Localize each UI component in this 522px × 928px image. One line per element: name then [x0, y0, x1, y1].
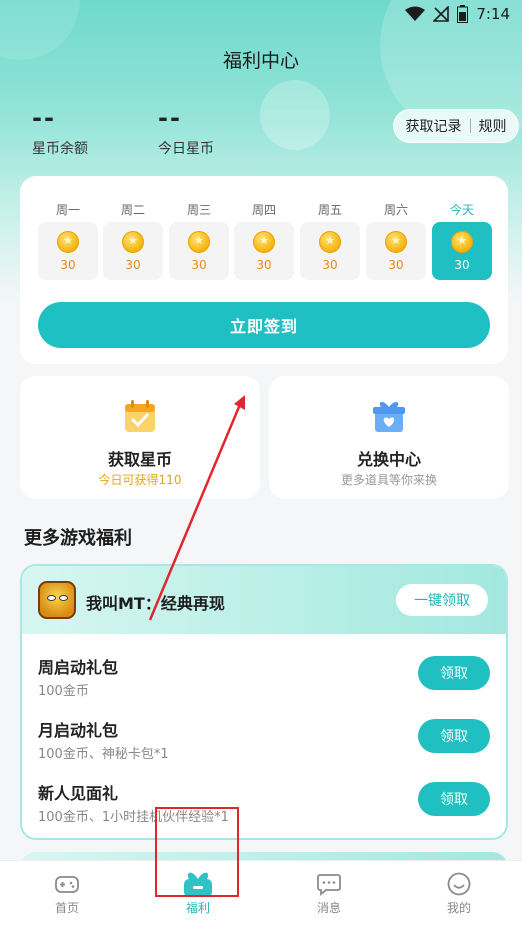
game-avatar — [38, 581, 76, 619]
claim-button[interactable]: 领取 — [418, 719, 490, 753]
tab-home[interactable]: 首页 — [17, 861, 117, 928]
gift-name: 周启动礼包 — [38, 658, 119, 677]
today-value: -- — [158, 104, 182, 132]
message-icon — [317, 874, 341, 896]
exchange-center-title: 兑换中心 — [356, 450, 421, 469]
bottom-tab-bar: 首页 福利 消息 我的 — [0, 860, 522, 928]
earn-coins-title: 获取星币 — [107, 450, 172, 469]
day-amount: 30 — [60, 258, 76, 272]
day-label: 周五 — [317, 203, 342, 217]
day-amount: 30 — [256, 258, 272, 272]
day-reward: 30 — [38, 222, 98, 280]
status-time: 7:14 — [476, 5, 510, 23]
coin-icon — [122, 231, 144, 253]
sign-in-card: 周一 30 周二 30 周三 30 周四 30 周五 30 周六 30 今天 3… — [20, 176, 508, 364]
coin-icon — [385, 231, 407, 253]
earn-coins-card[interactable]: 获取星币 今日可获得110 — [20, 376, 260, 499]
exchange-center-card[interactable]: 兑换中心 更多道具等你来换 — [269, 376, 509, 499]
section-title: 更多游戏福利 — [24, 528, 132, 549]
day-label: 周一 — [55, 203, 80, 217]
balance-value: -- — [32, 104, 56, 132]
day-reward: 30 — [432, 222, 492, 280]
day-amount: 30 — [125, 258, 141, 272]
gift-name: 月启动礼包 — [38, 721, 119, 740]
game-name: 我叫MT：经典再现 — [86, 594, 225, 613]
tab-label: 消息 — [316, 901, 341, 915]
one-click-claim-button[interactable]: 一键领取 — [396, 584, 488, 616]
coin-icon — [319, 231, 341, 253]
tab-label: 首页 — [54, 901, 79, 915]
annotation-highlight-box — [155, 807, 239, 897]
claim-button[interactable]: 领取 — [418, 656, 490, 690]
earn-coins-subtitle: 今日可获得110 — [98, 473, 182, 487]
page-title: 福利中心 — [222, 50, 299, 72]
sign-in-button[interactable]: 立即签到 — [38, 302, 490, 348]
gift-box-icon — [373, 402, 405, 432]
day-label: 周二 — [120, 203, 145, 217]
no-signal-icon — [433, 6, 450, 22]
day-label: 周三 — [186, 203, 211, 217]
coin-icon — [253, 231, 275, 253]
gift-item: 月启动礼包 100金币、神秘卡包*1 — [38, 717, 478, 767]
battery-icon — [457, 5, 469, 23]
day-reward: 30 — [103, 222, 163, 280]
exchange-center-subtitle: 更多道具等你来换 — [340, 473, 437, 487]
gift-desc: 100金币 — [38, 684, 89, 699]
coin-icon — [451, 231, 473, 253]
record-link[interactable]: 获取记录 — [406, 116, 462, 136]
balance-label: 星币余额 — [32, 141, 88, 157]
day-reward: 30 — [234, 222, 294, 280]
stat-balance: -- 星币余额 — [32, 104, 88, 158]
gamepad-icon — [55, 876, 79, 893]
gift-desc: 100金币、神秘卡包*1 — [38, 747, 169, 762]
stat-today: -- 今日星币 — [158, 104, 214, 158]
status-bar: 7:14 — [0, 0, 522, 30]
tab-label: 福利 — [185, 901, 210, 915]
day-reward: 30 — [300, 222, 360, 280]
today-label: 今日星币 — [158, 141, 214, 157]
day-reward: 30 — [169, 222, 229, 280]
gift-item: 新人见面礼 100金币、1小时挂机伙伴经验*1 — [38, 780, 478, 830]
game-header: 我叫MT：经典再现 一键领取 — [22, 566, 506, 634]
smiley-icon — [447, 872, 471, 896]
coin-icon — [57, 231, 79, 253]
day-reward: 30 — [366, 222, 426, 280]
rules-link[interactable]: 规则 — [479, 116, 507, 136]
day-label: 周六 — [383, 203, 408, 217]
tab-profile[interactable]: 我的 — [409, 861, 509, 928]
gift-item: 周启动礼包 100金币 — [38, 654, 478, 704]
game-benefit-card: 我叫MT：经典再现 一键领取 周启动礼包 100金币 领取 月启动礼包 100金… — [20, 564, 508, 840]
tab-label: 我的 — [446, 901, 471, 915]
record-rules-pill: 获取记录 规则 — [393, 109, 519, 143]
coin-icon — [188, 231, 210, 253]
calendar-check-icon — [125, 400, 155, 432]
wifi-icon — [405, 6, 426, 21]
day-label: 今天 — [449, 203, 474, 217]
day-amount: 30 — [454, 258, 470, 272]
tab-messages[interactable]: 消息 — [279, 861, 379, 928]
gift-name: 新人见面礼 — [38, 784, 119, 803]
divider — [469, 119, 471, 133]
claim-button[interactable]: 领取 — [418, 782, 490, 816]
day-label: 周四 — [251, 203, 276, 217]
day-amount: 30 — [322, 258, 338, 272]
day-amount: 30 — [191, 258, 207, 272]
day-amount: 30 — [388, 258, 404, 272]
